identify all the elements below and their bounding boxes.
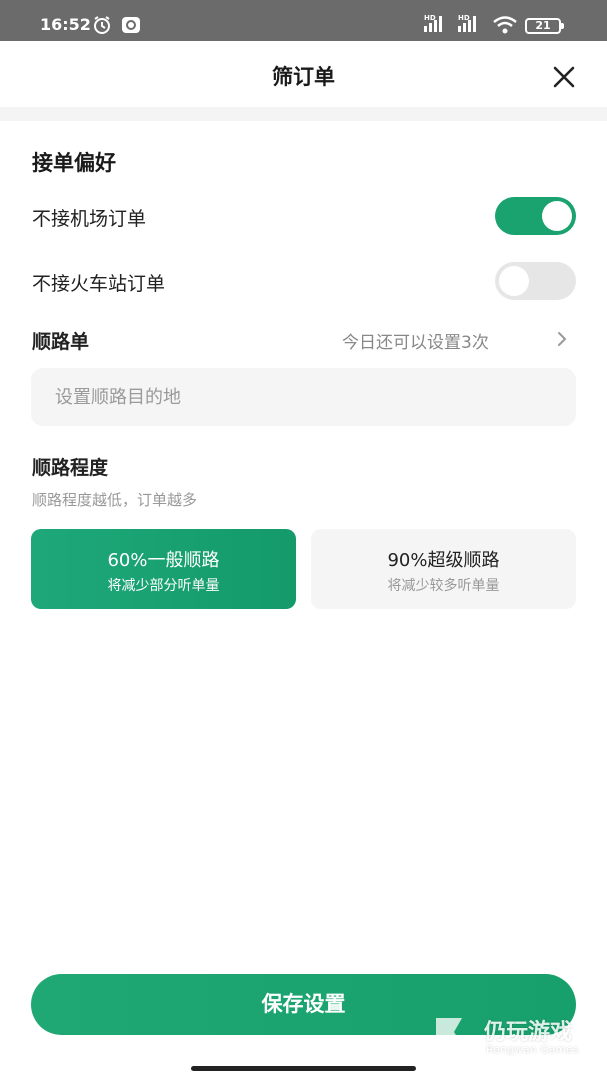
route-degree-hint: 顺路程度越低，订单越多 xyxy=(32,491,198,509)
route-remaining-count[interactable]: 今日还可以设置3次 xyxy=(342,328,489,353)
route-order-label: 顺路单 xyxy=(32,331,90,353)
watermark-text: 仍玩游戏 xyxy=(484,1020,573,1045)
airport-orders-toggle[interactable] xyxy=(495,197,576,235)
battery-icon: 21 xyxy=(525,18,564,34)
route-destination-input[interactable] xyxy=(31,368,576,426)
status-bar: 16:52 HD HD 21 xyxy=(0,0,607,41)
option-subtitle: 将减少部分听单量 xyxy=(107,578,220,594)
route-degree-title: 顺路程度 xyxy=(32,457,109,479)
close-icon[interactable] xyxy=(550,63,578,91)
watermark-logo-icon xyxy=(436,1018,468,1054)
header-divider xyxy=(0,107,607,121)
header: 筛订单 xyxy=(0,41,607,107)
route-degree-option-90[interactable]: 90%超级顺路 将减少较多听单量 xyxy=(311,529,576,609)
watermark: 仍玩游戏 Rengwan Games xyxy=(432,1012,607,1062)
wifi-icon xyxy=(493,16,517,34)
signal-icon xyxy=(424,16,442,32)
signal-icon xyxy=(458,16,476,32)
train-station-orders-toggle[interactable] xyxy=(495,262,576,300)
battery-level: 21 xyxy=(535,19,551,32)
toggle-knob xyxy=(499,266,529,296)
option-title: 90%超级顺路 xyxy=(387,550,500,571)
watermark-subtext: Rengwan Games xyxy=(486,1043,579,1056)
option-title: 60%一般顺路 xyxy=(107,550,220,571)
status-time: 16:52 xyxy=(40,15,91,34)
option-subtitle: 将减少较多听单量 xyxy=(387,578,500,594)
route-degree-option-60[interactable]: 60%一般顺路 将减少部分听单量 xyxy=(31,529,296,609)
alarm-icon xyxy=(94,16,110,34)
home-indicator[interactable] xyxy=(191,1066,416,1071)
chevron-right-icon[interactable] xyxy=(555,330,569,348)
section-title-preferences: 接单偏好 xyxy=(32,151,116,175)
page-title: 筛订单 xyxy=(272,65,335,89)
train-station-orders-label: 不接火车站订单 xyxy=(32,273,166,295)
airport-orders-label: 不接机场订单 xyxy=(32,208,147,230)
app-notification-icon xyxy=(122,17,140,33)
toggle-knob xyxy=(542,201,572,231)
